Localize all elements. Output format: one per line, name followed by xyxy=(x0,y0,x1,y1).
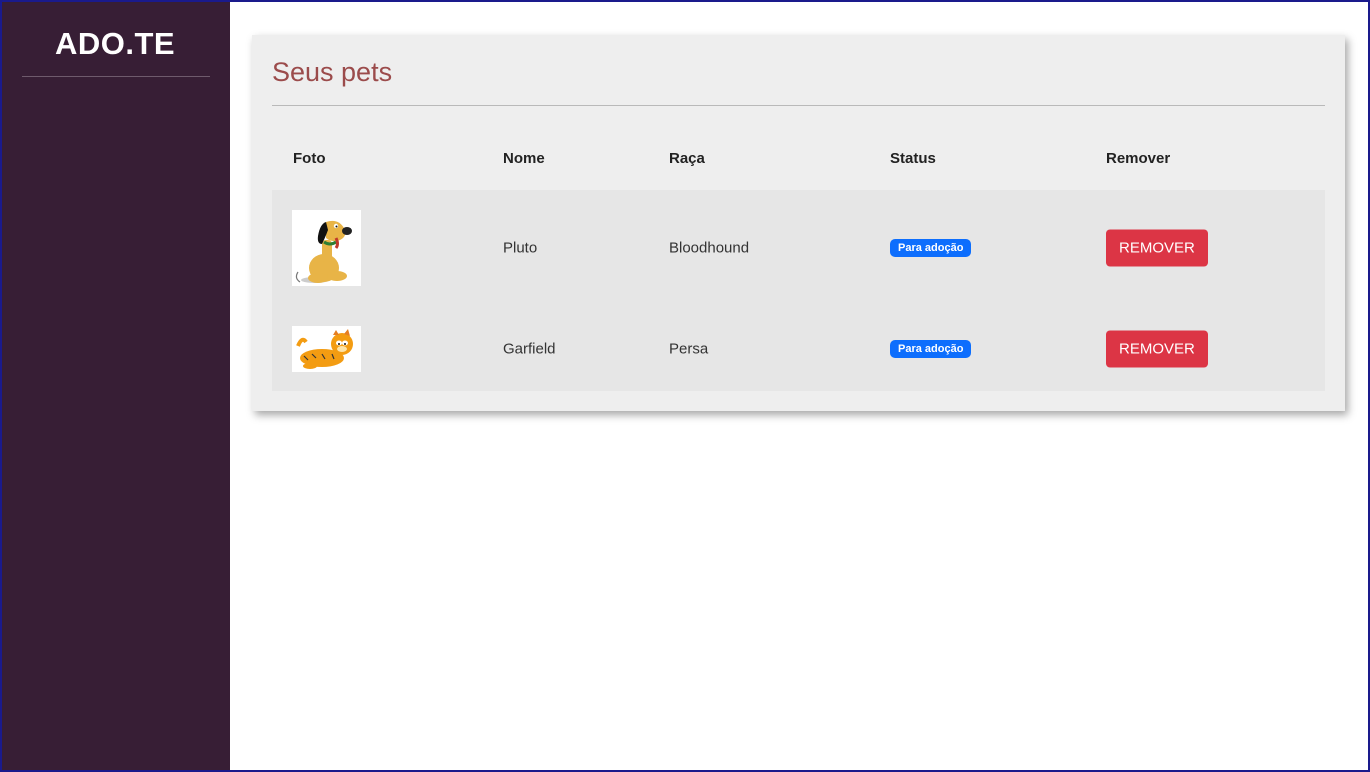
status-badge: Para adoção xyxy=(890,239,972,257)
title-divider xyxy=(272,105,1325,106)
table-body: Pluto Bloodhound Para adoção REMOVER Gar… xyxy=(272,190,1325,391)
table-row: Pluto Bloodhound Para adoção REMOVER xyxy=(272,190,1325,306)
header-status: Status xyxy=(890,150,936,167)
pet-photo xyxy=(292,325,361,372)
remove-button[interactable]: REMOVER xyxy=(1106,330,1208,367)
garfield-image xyxy=(296,328,353,369)
header-foto: Foto xyxy=(293,150,326,167)
header-nome: Nome xyxy=(503,150,545,167)
sidebar-divider xyxy=(22,76,210,77)
header-raca: Raça xyxy=(669,150,705,167)
table-row: Garfield Persa Para adoção REMOVER xyxy=(272,306,1325,391)
pet-name: Pluto xyxy=(503,239,538,257)
pluto-image xyxy=(295,220,352,283)
brand-logo[interactable]: ADO.TE xyxy=(0,26,230,62)
header-remover: Remover xyxy=(1106,150,1171,167)
page-title: Seus pets xyxy=(272,57,393,87)
pet-breed: Persa xyxy=(669,340,709,357)
status-badge: Para adoção xyxy=(890,339,972,358)
table-header: Foto Nome Raça Status Remover xyxy=(272,135,1325,190)
pet-photo xyxy=(292,210,361,286)
pets-table: Foto Nome Raça Status Remover Pluto Bloo… xyxy=(272,135,1325,391)
sidebar: ADO.TE xyxy=(0,0,230,772)
pets-card: Seus pets Foto Nome Raça Status Remover xyxy=(252,35,1345,411)
remove-button[interactable]: REMOVER xyxy=(1106,229,1208,267)
pet-name: Garfield xyxy=(503,340,556,357)
pet-breed: Bloodhound xyxy=(669,239,750,257)
